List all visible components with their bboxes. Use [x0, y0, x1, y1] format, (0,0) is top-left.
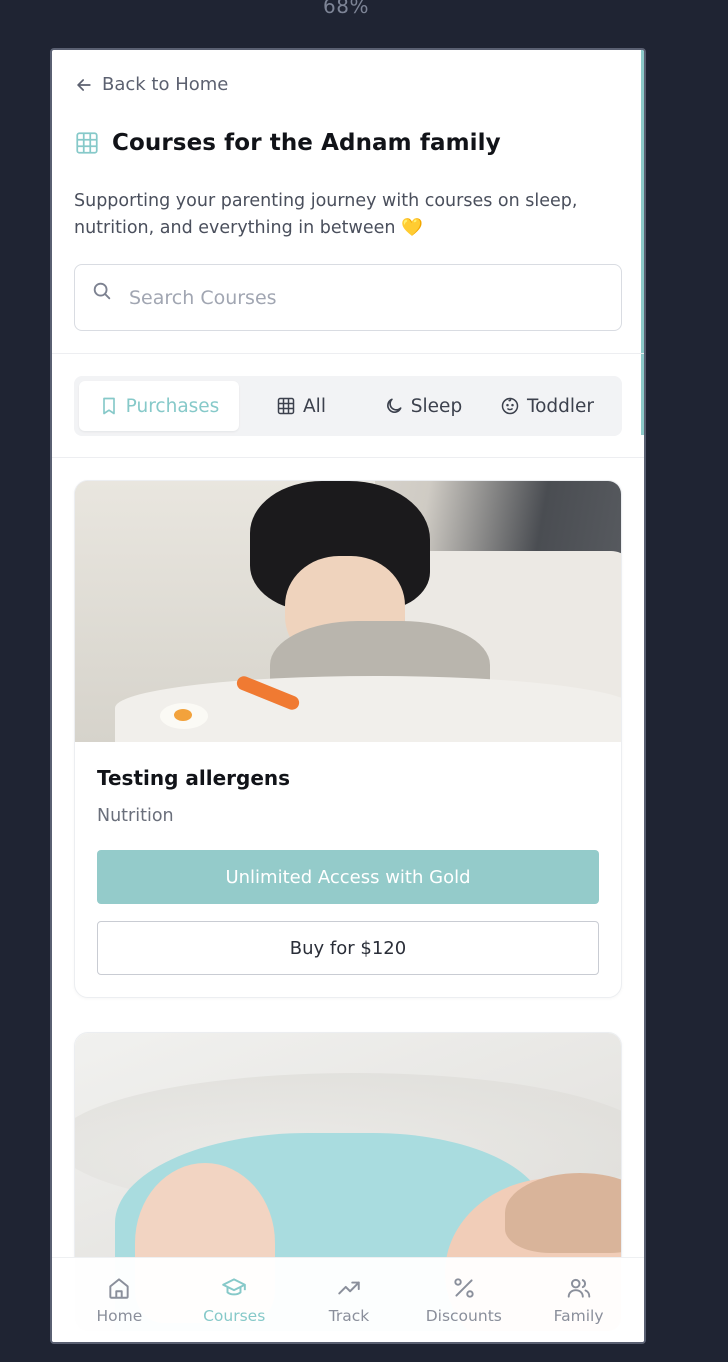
zoom-indicator: 68% [323, 0, 369, 18]
nav-family-label: Family [553, 1307, 604, 1325]
arrow-left-icon [77, 78, 91, 91]
nav-track[interactable]: Track [294, 1275, 404, 1325]
bookmark-icon [102, 397, 115, 415]
nav-courses-label: Courses [203, 1307, 266, 1325]
subtitle-text: Supporting your parenting journey with c… [74, 191, 578, 238]
course-title: Testing allergens [97, 766, 291, 790]
search-box[interactable] [74, 264, 622, 331]
moon-icon [386, 398, 402, 413]
graduation-cap-icon [222, 1278, 246, 1296]
tab-toddler-label: Toddler [526, 395, 595, 417]
back-link-label: Back to Home [102, 74, 229, 95]
page-header: Courses for the Adnam family [74, 130, 501, 156]
header-divider [52, 353, 644, 354]
nav-discounts-label: Discounts [425, 1307, 502, 1325]
tab-sleep[interactable]: Sleep [363, 381, 483, 431]
page-subtitle: Supporting your parenting journey with c… [74, 188, 634, 242]
buy-course-button[interactable]: Buy for $120 [97, 921, 599, 975]
nav-home-label: Home [96, 1307, 143, 1325]
tab-all-label: All [303, 395, 326, 417]
scroll-indicator[interactable] [641, 50, 644, 435]
nav-home[interactable]: Home [64, 1275, 174, 1325]
tab-purchases[interactable]: Purchases [79, 381, 239, 431]
tabs-divider [52, 457, 644, 458]
category-tabs: Purchases All Sleep Toddler [74, 376, 622, 436]
nav-track-label: Track [328, 1307, 370, 1325]
course-image-baby-eating [75, 481, 621, 742]
yellow-heart-emoji: 💛 [401, 218, 423, 238]
nav-courses[interactable]: Courses [179, 1275, 289, 1325]
trending-up-icon [338, 1281, 360, 1295]
course-card[interactable]: Testing allergens Nutrition Unlimited Ac… [74, 480, 622, 998]
grid-icon [76, 132, 98, 154]
search-icon [93, 282, 111, 299]
search-input[interactable] [129, 286, 599, 309]
unlimited-access-gold-button[interactable]: Unlimited Access with Gold [97, 850, 599, 904]
tab-toddler[interactable]: Toddler [483, 381, 611, 431]
tab-all[interactable]: All [239, 381, 363, 431]
page-title: Courses for the Adnam family [112, 130, 501, 156]
bottom-navigation: Home Courses Track Discounts Family [52, 1257, 644, 1342]
course-category: Nutrition [97, 806, 174, 826]
grid-icon [277, 397, 295, 415]
nav-family[interactable]: Family [524, 1275, 634, 1325]
tab-purchases-label: Purchases [125, 395, 220, 417]
users-icon [567, 1278, 590, 1298]
baby-face-icon [501, 397, 519, 415]
nav-discounts[interactable]: Discounts [409, 1275, 519, 1325]
home-icon [109, 1278, 130, 1299]
app-frame: Back to Home Courses for the Adnam famil… [50, 48, 646, 1344]
percent-icon [454, 1278, 474, 1298]
tab-sleep-label: Sleep [410, 395, 463, 417]
back-to-home-link[interactable]: Back to Home [74, 74, 228, 95]
